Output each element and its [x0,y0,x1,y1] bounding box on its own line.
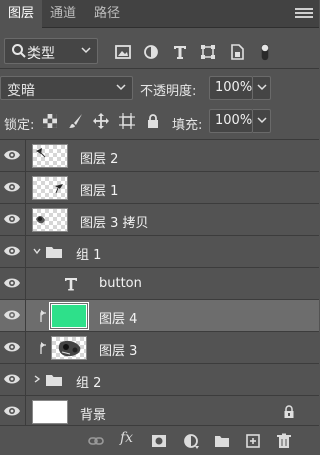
search-icon [12,44,26,58]
eye-icon[interactable] [3,404,21,418]
opacity-input[interactable]: 100% [209,76,253,100]
layer-thumbnail[interactable] [32,176,68,200]
divider [25,268,26,300]
layer-filter-row: 类型 [0,36,319,66]
layer-row[interactable]: 图层 3 拷贝 [0,204,319,236]
layer-row[interactable]: 图层 3 [0,332,319,364]
group-name[interactable]: 组 2 [76,372,101,391]
layer-name[interactable]: button [99,276,142,291]
clipping-mask-arrow-icon [40,342,46,354]
layer-row[interactable]: button [0,268,319,300]
lock-row: 锁定: 填充: 100% [0,106,319,136]
lock-label: 锁定: [4,118,35,133]
layer-name[interactable]: 图层 1 [80,180,118,199]
layer-row-selected[interactable]: 图层 4 [0,300,319,332]
divider [25,396,26,428]
chevron-down-icon [257,117,267,124]
tab-paths[interactable]: 路径 [86,0,128,28]
layer-row[interactable]: 图层 1 [0,172,319,204]
layer-thumbnail[interactable] [32,208,68,232]
layer-thumbnail[interactable] [51,336,87,360]
divider [25,332,26,364]
fill-input[interactable]: 100% [209,109,253,133]
type-layer-filter-icon[interactable] [171,43,189,61]
chevron-down-icon [257,84,267,91]
layer-style-fx-button[interactable]: fx [120,430,133,446]
add-mask-icon[interactable] [151,433,167,449]
layers-list: 图层 2 图层 1 图层 3 拷贝 组 1 button 图层 4 图层 3 组… [0,140,319,428]
lock-image-pixels-icon[interactable] [68,113,84,129]
folder-icon [46,247,62,258]
layer-thumbnail-art [55,184,63,194]
link-layers-icon[interactable] [88,433,104,449]
adjustment-layer-icon[interactable] [183,433,199,449]
new-layer-icon[interactable] [245,433,261,449]
layer-name[interactable]: 图层 3 拷贝 [80,212,149,231]
panel-menu-icon[interactable] [295,6,313,22]
divider [25,140,26,172]
eye-icon[interactable] [3,180,21,194]
layer-thumbnail-art [36,148,46,158]
blend-mode-label: 变暗 [7,83,35,99]
blend-row: 变暗 不透明度: 100% [0,72,319,102]
layer-name[interactable]: 背景 [80,404,106,423]
chevron-down-icon [116,84,126,91]
adjustment-layer-filter-icon[interactable] [142,43,160,61]
divider [25,204,26,236]
layer-thumbnail[interactable] [49,302,89,330]
lock-all-icon[interactable] [145,113,161,129]
tab-layers[interactable]: 图层 [0,0,42,29]
filter-toggle-icon[interactable] [258,43,272,61]
layer-thumbnail-art [36,216,45,224]
chevron-down-icon [81,47,91,54]
eye-icon[interactable] [3,244,21,258]
lock-artboard-icon[interactable] [119,113,135,129]
layer-name[interactable]: 图层 2 [80,148,118,167]
group-name[interactable]: 组 1 [76,244,101,263]
delete-layer-icon[interactable] [276,433,292,449]
eye-icon[interactable] [3,308,21,322]
eye-icon[interactable] [3,372,21,386]
layers-bottom-toolbar: fx [0,425,319,455]
folder-icon [46,375,62,386]
divider [25,236,26,268]
group-row[interactable]: 组 1 [0,236,319,268]
chevron-right-icon[interactable] [33,375,41,383]
group-row[interactable]: 组 2 [0,364,319,396]
clipping-mask-arrow-icon [40,310,46,322]
layer-thumbnail[interactable] [32,144,68,168]
fill-label: 填充: [172,118,203,133]
tab-channels[interactable]: 通道 [42,0,84,28]
lock-icon[interactable] [283,405,295,419]
filter-kind-select[interactable]: 类型 [4,38,98,64]
eye-icon[interactable] [3,276,21,290]
blend-mode-select[interactable]: 变暗 [0,76,133,100]
opacity-dropdown[interactable] [253,76,271,100]
layer-name[interactable]: 图层 4 [99,308,137,327]
pixel-layer-filter-icon[interactable] [114,43,132,61]
panel-tab-bar: 图层 通道 路径 [0,0,319,29]
divider [25,172,26,204]
lock-transparent-pixels-icon[interactable] [42,113,58,129]
eye-icon[interactable] [3,148,21,162]
layer-thumbnail[interactable] [32,400,68,424]
opacity-label: 不透明度: [140,84,197,99]
smart-object-filter-icon[interactable] [228,43,246,61]
shape-layer-filter-icon[interactable] [199,43,217,61]
new-group-icon[interactable] [214,433,230,449]
filter-kind-label: 类型 [27,46,55,62]
layer-name[interactable]: 图层 3 [99,340,137,359]
eye-icon[interactable] [3,340,21,354]
divider [0,68,319,69]
fill-dropdown[interactable] [253,109,271,133]
chevron-down-icon[interactable] [33,247,41,255]
layer-thumbnail-art [58,340,81,357]
divider [25,300,26,332]
background-layer-row[interactable]: 背景 [0,396,319,428]
divider [25,364,26,396]
layer-row[interactable]: 图层 2 [0,140,319,172]
lock-position-icon[interactable] [93,113,109,129]
text-layer-icon [65,278,77,291]
eye-icon[interactable] [3,212,21,226]
